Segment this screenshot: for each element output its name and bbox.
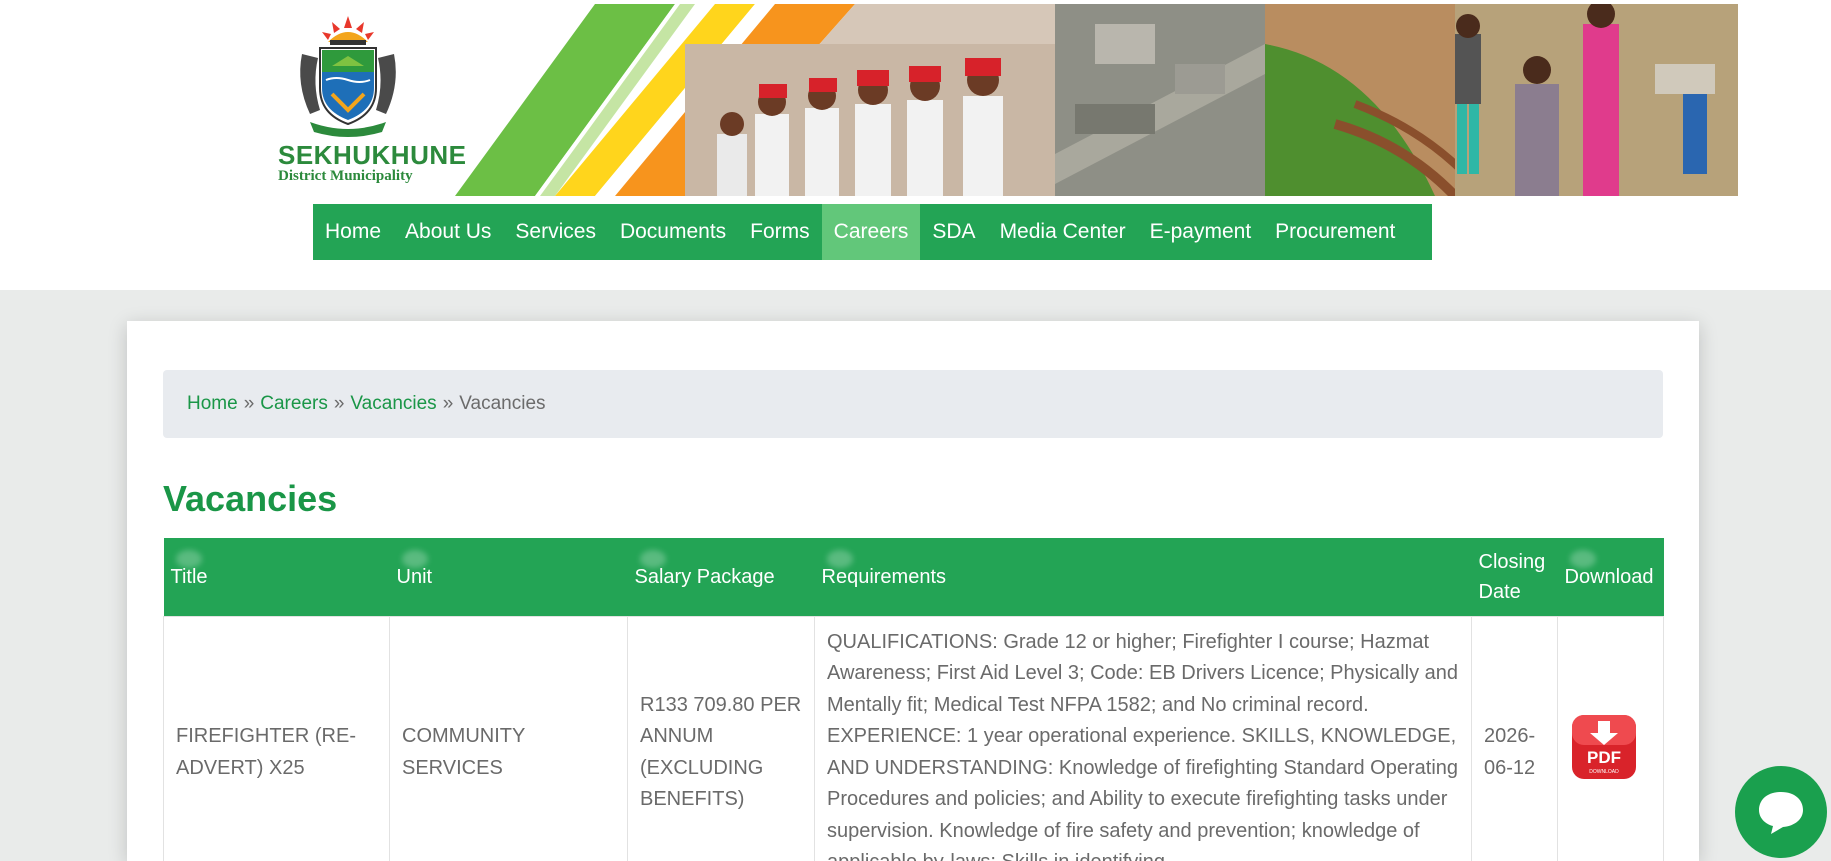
breadcrumb-current: Vacancies	[459, 393, 546, 414]
breadcrumb-careers-link[interactable]: Careers	[260, 393, 328, 415]
nav-about-us[interactable]: About Us	[393, 204, 503, 260]
pdf-download-icon[interactable]: PDF DOWNLOAD	[1570, 713, 1638, 781]
header-download[interactable]: Download	[1557, 538, 1664, 616]
nav-services[interactable]: Services	[503, 204, 608, 260]
breadcrumb-separator: »	[442, 393, 454, 414]
nav-e-payment[interactable]: E-payment	[1138, 204, 1264, 260]
cell-download: PDF DOWNLOAD	[1557, 615, 1664, 861]
chat-bubble-icon	[1759, 792, 1803, 834]
chat-button[interactable]	[1735, 766, 1827, 858]
pdf-sub-label: DOWNLOAD	[1589, 769, 1619, 775]
nav-careers[interactable]: Careers	[821, 204, 921, 260]
nav-media-center[interactable]: Media Center	[988, 204, 1138, 260]
breadcrumb-home-link[interactable]: Home	[187, 393, 238, 415]
table-header-row: Title Unit Salary Package Requirements C…	[163, 538, 1664, 616]
breadcrumb-separator: »	[243, 393, 255, 414]
header-title[interactable]: Title	[163, 538, 390, 616]
header-closing-date[interactable]: Closing Date	[1471, 538, 1558, 616]
cell-closing-date: 2026-06-12	[1471, 615, 1558, 861]
site-header: SEKHUKHUNE District Municipality Home Ab…	[0, 0, 1831, 290]
cell-unit: COMMUNITY SERVICES	[389, 615, 628, 861]
cell-requirements: QUALIFICATIONS: Grade 12 or higher; Fire…	[814, 615, 1472, 861]
page-title: Vacancies	[163, 478, 338, 519]
breadcrumb-vacancies-link[interactable]: Vacancies	[350, 393, 436, 415]
nav-forms[interactable]: Forms	[738, 204, 822, 260]
logo-name: SEKHUKHUNE	[278, 140, 467, 170]
nav-procurement[interactable]: Procurement	[1263, 204, 1407, 260]
header-salary-package[interactable]: Salary Package	[627, 538, 815, 616]
table-row: FIREFIGHTER (RE-ADVERT) X25 COMMUNITY SE…	[163, 615, 1664, 861]
cell-title: FIREFIGHTER (RE-ADVERT) X25	[163, 615, 390, 861]
coat-of-arms-icon	[300, 16, 396, 137]
header-banner-image	[455, 4, 1738, 196]
nav-home[interactable]: Home	[313, 204, 393, 260]
cell-salary: R133 709.80 PER ANNUM (EXCLUDING BENEFIT…	[627, 615, 815, 861]
header-requirements[interactable]: Requirements	[814, 538, 1472, 616]
pdf-label: PDF	[1587, 748, 1621, 767]
nav-sda[interactable]: SDA	[920, 204, 987, 260]
logo-subtitle: District Municipality	[278, 168, 413, 184]
site-logo[interactable]: SEKHUKHUNE District Municipality	[272, 14, 466, 186]
main-nav: Home About Us Services Documents Forms C…	[313, 204, 1432, 260]
breadcrumb-separator: »	[333, 393, 345, 414]
vacancies-table: Title Unit Salary Package Requirements C…	[163, 538, 1664, 861]
breadcrumb: Home » Careers » Vacancies » Vacancies	[163, 370, 1663, 438]
header-unit[interactable]: Unit	[389, 538, 628, 616]
nav-documents[interactable]: Documents	[608, 204, 738, 260]
